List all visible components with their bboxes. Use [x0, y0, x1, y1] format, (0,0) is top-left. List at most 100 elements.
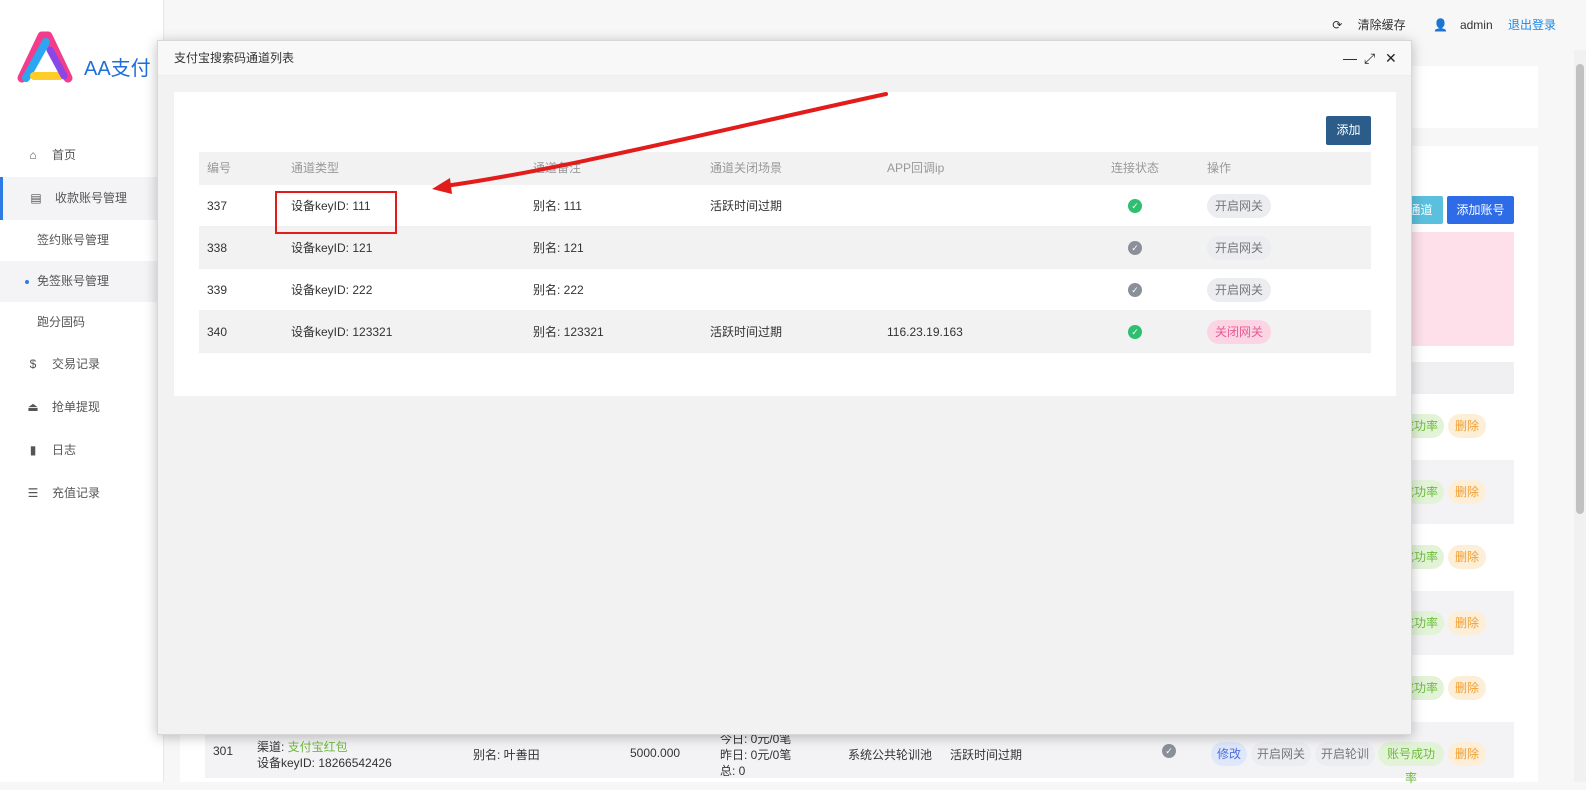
row-id: 338 [207, 241, 228, 255]
logo-mark-icon [17, 31, 73, 83]
sidebar-item-withdraw[interactable]: ⏏ 抢单提现 [0, 386, 164, 429]
row-channel: 渠道: 支付宝红包 [257, 738, 348, 755]
logout-link[interactable]: 退出登录 [1508, 18, 1556, 32]
row-id: 340 [207, 325, 228, 339]
row-yesterday: 昨日: 0元/0笔 [720, 748, 792, 762]
open-gateway-button[interactable]: 开启网关 [1251, 742, 1311, 766]
row-id: 337 [207, 199, 228, 213]
column-header-callback-ip: APP回调ip [887, 161, 945, 175]
sidebar-nav: ⌂ 首页 ▤ 收款账号管理 签约账号管理 免签账号管理 跑分固码 $ 交易记录 … [0, 134, 164, 515]
account-success-rate-button[interactable]: 账号成功率 [1378, 742, 1444, 785]
minimize-icon[interactable]: — [1343, 50, 1357, 66]
top-bar: ⟳ 清除缓存 👤 admin 退出登录 [1308, 16, 1556, 32]
brand-logo[interactable]: AA支付 [16, 30, 166, 90]
sidebar: AA支付 ⌂ 首页 ▤ 收款账号管理 签约账号管理 免签账号管理 跑分固码 $ … [0, 0, 164, 782]
sidebar-subitem-free-sign-accounts[interactable]: 免签账号管理 [0, 261, 164, 302]
sidebar-item-logs[interactable]: ▮ 日志 [0, 429, 164, 472]
row-remark: 别名: 222 [533, 283, 584, 297]
column-header-type: 通道类型 [291, 161, 340, 175]
bg-table-header [1398, 362, 1514, 394]
column-header-id: 编号 [207, 161, 232, 175]
channel-value: 支付宝红包 [287, 740, 348, 754]
row-alias: 别名: 叶善田 [473, 748, 540, 762]
add-account-button[interactable]: 添加账号 [1447, 196, 1514, 224]
modal-body: 添加 编号 通道类型 通道备注 通道关闭场景 APP回调ip 连接状态 操作 3… [158, 76, 1411, 734]
row-total: 总: 0 [720, 764, 746, 778]
row-type: 设备keyID: 123321 [291, 325, 393, 339]
column-header-status: 连接状态 [1111, 161, 1160, 175]
brand-name: AA支付 [84, 58, 151, 80]
sidebar-item-label: 充值记录 [52, 486, 101, 500]
sidebar-item-label: 收款账号管理 [55, 191, 128, 205]
book-icon: ▮ [29, 443, 37, 457]
channel-panel: 添加 编号 通道类型 通道备注 通道关闭场景 APP回调ip 连接状态 操作 3… [174, 92, 1396, 396]
user-icon: 👤 [1433, 18, 1448, 32]
refresh-icon: ⟳ [1332, 18, 1343, 32]
delete-button[interactable]: 删除 [1448, 676, 1486, 700]
close-icon[interactable]: ✕ [1385, 50, 1397, 66]
upload-icon: ⏏ [27, 400, 39, 414]
table-row: 339 设备keyID: 222 别名: 222 ✓ 开启网关 [199, 269, 1371, 311]
row-mode: 系统公共轮训池 [848, 748, 933, 762]
channel-table: 编号 通道类型 通道备注 通道关闭场景 APP回调ip 连接状态 操作 337 … [199, 152, 1371, 353]
column-header-close-scene: 通道关闭场景 [710, 161, 783, 175]
connected-check-icon: ✓ [1128, 325, 1142, 339]
close-gateway-button[interactable]: 关闭网关 [1207, 320, 1272, 344]
row-callback-ip: 116.23.19.163 [887, 325, 963, 339]
page-scrollbar[interactable] [1574, 50, 1586, 782]
sidebar-item-label: 首页 [52, 148, 77, 162]
delete-button[interactable]: 删除 [1448, 545, 1486, 569]
clear-cache-link[interactable]: ⟳ 清除缓存 [1320, 18, 1405, 32]
table-header: 编号 通道类型 通道备注 通道关闭场景 APP回调ip 连接状态 操作 [199, 152, 1371, 185]
status-check-icon: ✓ [1162, 744, 1176, 758]
channel-label: 渠道: [257, 740, 288, 754]
sidebar-item-transactions[interactable]: $ 交易记录 [0, 343, 164, 386]
open-rotation-button[interactable]: 开启轮训 [1315, 742, 1375, 766]
modal-title: 支付宝搜索码通道列表 [158, 41, 1411, 76]
delete-button[interactable]: 删除 [1448, 480, 1486, 504]
user-menu[interactable]: 👤 admin [1421, 18, 1493, 32]
maximize-icon[interactable]: ⤢ [1364, 50, 1375, 66]
channel-list-modal: 支付宝搜索码通道列表 — ⤢ ✕ 添加 编号 通道类型 通道备注 通道关闭场景 … [157, 40, 1412, 735]
sidebar-item-collection-accounts[interactable]: ▤ 收款账号管理 [0, 177, 164, 220]
delete-button[interactable]: 删除 [1448, 414, 1486, 438]
sidebar-item-label: 抢单提现 [52, 400, 101, 414]
open-gateway-button[interactable]: 开启网关 [1207, 194, 1272, 218]
list-icon: ☰ [27, 486, 39, 500]
dollar-icon: $ [29, 357, 37, 371]
delete-button[interactable]: 删除 [1448, 611, 1486, 635]
connected-check-icon: ✓ [1128, 199, 1142, 213]
row-remark: 别名: 111 [533, 199, 582, 213]
row-remark: 别名: 123321 [533, 325, 604, 339]
sidebar-item-home[interactable]: ⌂ 首页 [0, 134, 164, 177]
row-close-scene: 活跃时间过期 [710, 199, 783, 213]
row-id: 339 [207, 283, 228, 297]
user-name: admin [1459, 18, 1493, 32]
annotation-highlight-box [275, 191, 397, 234]
sidebar-subitem-fixed-code[interactable]: 跑分固码 [0, 302, 164, 343]
sidebar-subitem-signed-accounts[interactable]: 签约账号管理 [0, 220, 164, 261]
row-device: 设备keyID: 18266542426 [257, 756, 392, 770]
sidebar-item-recharge[interactable]: ☰ 充值记录 [0, 472, 164, 515]
row-type: 设备keyID: 222 [291, 283, 373, 297]
open-gateway-button[interactable]: 开启网关 [1207, 278, 1272, 302]
column-header-actions: 操作 [1207, 161, 1232, 175]
sidebar-item-label: 日志 [52, 443, 77, 457]
row-scene: 活跃时间过期 [950, 748, 1023, 762]
delete-button[interactable]: 删除 [1448, 742, 1486, 766]
bg-alert-box [1398, 232, 1514, 346]
table-row: 340 设备keyID: 123321 别名: 123321 活跃时间过期 11… [199, 311, 1371, 353]
sidebar-item-label: 交易记录 [52, 357, 101, 371]
row-remark: 别名: 121 [533, 241, 584, 255]
list-icon: ▤ [30, 191, 42, 205]
edit-button[interactable]: 修改 [1211, 742, 1247, 766]
scrollbar-thumb[interactable] [1576, 64, 1584, 514]
row-close-scene: 活跃时间过期 [710, 325, 783, 339]
add-channel-button[interactable]: 添加 [1326, 116, 1371, 145]
clear-cache-label: 清除缓存 [1357, 18, 1406, 32]
row-id: 301 [213, 744, 234, 758]
disconnected-check-icon: ✓ [1128, 241, 1142, 255]
column-header-remark: 通道备注 [533, 161, 582, 175]
home-icon: ⌂ [29, 148, 37, 162]
open-gateway-button[interactable]: 开启网关 [1207, 236, 1272, 260]
